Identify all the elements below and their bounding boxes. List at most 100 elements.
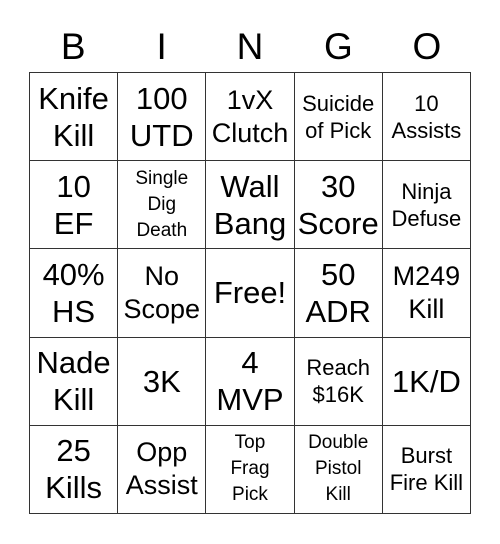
bingo-cell[interactable]: Ninja Defuse: [382, 161, 471, 250]
bingo-cell[interactable]: 10 Assists: [382, 73, 471, 162]
cell-text-line: UTD: [129, 117, 194, 153]
cell-text: 30 Score: [298, 168, 379, 242]
cell-text-line: Bang: [213, 205, 287, 241]
cell-text: 1K/D: [392, 363, 461, 400]
cell-text-line: Scope: [123, 293, 201, 324]
cell-text-line: Assists: [391, 117, 462, 143]
cell-text-line: Ninja: [401, 178, 452, 204]
cell-text-line: Pistol: [314, 458, 362, 480]
cell-text: Knife Kill: [38, 80, 109, 154]
bingo-cell[interactable]: Single Dig Death: [118, 161, 207, 250]
bingo-header: B I N G O: [29, 22, 471, 72]
cell-text-line: 50: [320, 256, 356, 292]
bingo-cell[interactable]: 1vX Clutch: [206, 73, 295, 162]
cell-text-line: Kill: [408, 293, 445, 324]
cell-text-line: No: [144, 260, 180, 291]
cell-text: Top Frag Pick: [230, 430, 269, 508]
cell-text-line: Death: [136, 219, 188, 241]
bingo-cell[interactable]: 3K: [118, 337, 207, 426]
header-letter-b: B: [60, 26, 86, 67]
cell-text: Free!: [214, 274, 286, 311]
bingo-cell[interactable]: 4 MVP: [206, 337, 295, 426]
bingo-cell[interactable]: Top Frag Pick: [206, 425, 295, 514]
cell-text: 25 Kills: [45, 432, 102, 506]
cell-text-line: Kills: [45, 470, 103, 506]
header-letter-i: I: [156, 26, 167, 67]
bingo-cell[interactable]: Opp Assist: [118, 425, 207, 514]
cell-text: Suicide of Pick: [302, 90, 374, 144]
cell-text-line: Frag: [230, 458, 270, 480]
cell-text: Double Pistol Kill: [308, 430, 368, 508]
bingo-cell[interactable]: 50 ADR: [294, 249, 383, 338]
bingo-cell[interactable]: M249 Kill: [382, 249, 471, 338]
cell-text: 4 MVP: [216, 344, 283, 418]
cell-text-line: Assist: [125, 470, 198, 501]
cell-text-line: EF: [53, 205, 94, 241]
cell-text: Burst Fire Kill: [390, 442, 463, 496]
bingo-cell[interactable]: Burst Fire Kill: [382, 425, 471, 514]
bingo-cell[interactable]: 25 Kills: [30, 425, 119, 514]
cell-text-line: Pick: [232, 484, 268, 506]
cell-text-line: Kill: [325, 484, 351, 506]
cell-text-line: 1vX: [226, 84, 274, 115]
bingo-cell[interactable]: 100 UTD: [118, 73, 207, 162]
cell-text-line: 25: [56, 433, 91, 469]
cell-text-line: Clutch: [211, 117, 289, 148]
cell-text: 1vX Clutch: [212, 84, 289, 150]
cell-text: 10 EF: [54, 168, 94, 242]
cell-text-line: 30: [320, 168, 356, 204]
cell-text-line: Burst: [400, 443, 453, 469]
cell-text: Single Dig Death: [135, 166, 188, 244]
cell-text-line: M249: [392, 260, 461, 291]
cell-text-line: 10: [56, 168, 91, 204]
cell-text-line: Single: [135, 167, 189, 189]
cell-text-line: Suicide: [302, 90, 375, 116]
bingo-cell[interactable]: No Scope: [118, 249, 207, 338]
bingo-cell[interactable]: 40% HS: [30, 249, 119, 338]
cell-text: Wall Bang: [214, 168, 286, 242]
cell-text: 50 ADR: [305, 256, 370, 330]
cell-text-line: 1K/D: [391, 363, 461, 399]
cell-text-line: Fire Kill: [389, 470, 464, 496]
cell-text-line: HS: [52, 293, 96, 329]
bingo-cell[interactable]: 10 EF: [30, 161, 119, 250]
bingo-grid: Knife Kill 100 UTD 1vX Clutch Suicide of Pick 10…: [29, 72, 471, 514]
cell-text: Reach $16K: [306, 354, 370, 408]
bingo-cell[interactable]: Knife Kill: [30, 73, 119, 162]
cell-text: 3K: [143, 363, 181, 400]
header-letter-o: O: [412, 26, 442, 67]
cell-text-line: 100: [135, 80, 188, 116]
bingo-cell[interactable]: Nade Kill: [30, 337, 119, 426]
bingo-cell[interactable]: 30 Score: [294, 161, 383, 250]
cell-text-line: Defuse: [391, 205, 462, 231]
bingo-cell[interactable]: Reach $16K: [294, 337, 383, 426]
cell-text: Ninja Defuse: [392, 178, 462, 232]
cell-text-line: of Pick: [305, 117, 372, 143]
cell-text-line: 40%: [42, 256, 105, 292]
bingo-cell[interactable]: Double Pistol Kill: [294, 425, 383, 514]
cell-text-line: 3K: [142, 363, 181, 399]
bingo-cell[interactable]: 1K/D: [382, 337, 471, 426]
cell-text: M249 Kill: [393, 260, 461, 326]
cell-text-line: 10: [414, 90, 439, 116]
cell-text: 40% HS: [43, 256, 105, 330]
cell-text: Opp Assist: [126, 436, 198, 502]
cell-text-line: MVP: [216, 382, 284, 418]
cell-text-line: Knife: [38, 80, 109, 116]
cell-text-line: Opp: [136, 437, 188, 468]
cell-text-line: Reach: [306, 355, 370, 381]
header-letter-g: G: [324, 26, 353, 67]
cell-text: 100 UTD: [130, 80, 194, 154]
free-space-cell[interactable]: Free!: [206, 249, 295, 338]
cell-text-line: Wall: [220, 168, 280, 204]
cell-text-line: 4: [241, 345, 259, 381]
cell-text-line: ADR: [305, 293, 371, 329]
cell-text: No Scope: [124, 260, 201, 326]
cell-text-line: Double: [308, 432, 369, 454]
cell-text-line: Dig: [147, 193, 177, 215]
bingo-cell[interactable]: Suicide of Pick: [294, 73, 383, 162]
cell-text-line: Nade: [36, 345, 111, 381]
cell-text-line: Score: [297, 205, 379, 241]
cell-text-line: Top: [234, 432, 266, 454]
bingo-cell[interactable]: Wall Bang: [206, 161, 295, 250]
